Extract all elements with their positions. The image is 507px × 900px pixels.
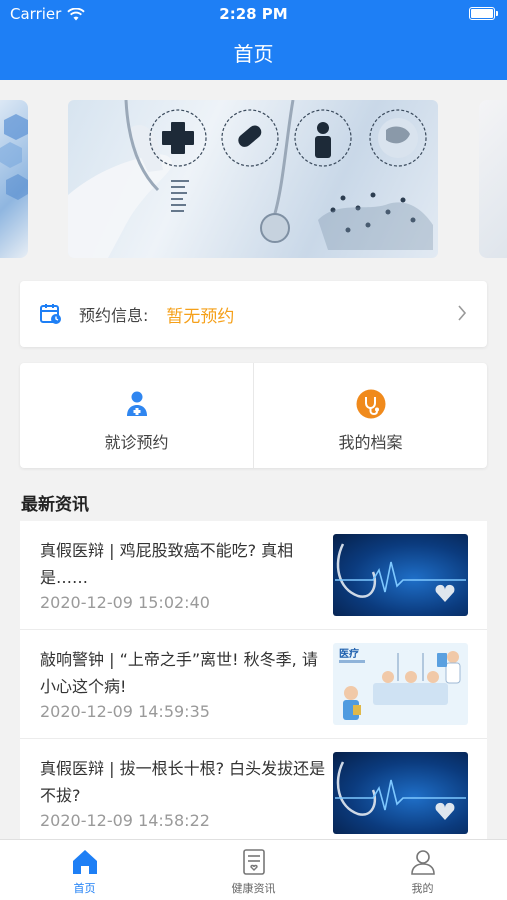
news-icon <box>242 849 265 875</box>
tab-bar: 首页 健康资讯 我的 <box>0 839 507 900</box>
news-date: 2020-12-09 14:58:22 <box>40 811 210 830</box>
news-item[interactable]: 真假医辩 | 鸡屁股致癌不能吃? 真相是…… 2020-12-09 15:02:… <box>20 521 487 630</box>
chevron-right-icon[interactable] <box>457 304 467 322</box>
battery-icon <box>469 7 498 20</box>
banner-slide-previous[interactable] <box>0 100 28 258</box>
visit-appointment-label: 就诊预约 <box>104 433 169 452</box>
news-date: 2020-12-09 15:02:40 <box>40 593 210 612</box>
status-bar: Carrier 2:28 PM <box>0 0 507 28</box>
my-records-button[interactable]: 我的档案 <box>253 363 487 468</box>
thumbnail-caption: 医疗 <box>339 647 359 660</box>
appointment-card[interactable]: 预约信息: 暂无预约 <box>20 281 487 347</box>
banner-slide-next[interactable] <box>479 100 507 258</box>
news-title: 真假医辩 | 鸡屁股致癌不能吃? 真相是…… <box>40 541 294 587</box>
doctor-icon <box>126 391 147 416</box>
tab-home-label: 首页 <box>73 882 96 895</box>
appointment-value: 暂无预约 <box>166 306 235 327</box>
news-item[interactable]: 敲响警钟 | “上帝之手”离世! 秋冬季, 请小心这个病! 2020-12-09… <box>20 630 487 739</box>
banner-carousel[interactable] <box>0 100 507 260</box>
home-icon <box>72 850 97 874</box>
stethoscope-icon <box>356 389 385 419</box>
appointment-label: 预约信息: <box>79 306 149 325</box>
tab-me[interactable]: 我的 <box>338 840 507 900</box>
news-item[interactable]: 真假医辩 | 拔一根长十根? 白头发拔还是不拔? 2020-12-09 14:5… <box>20 739 487 848</box>
tab-home[interactable]: 首页 <box>0 840 169 900</box>
header: Carrier 2:28 PM 首页 <box>0 0 507 80</box>
tab-me-label: 我的 <box>411 882 434 895</box>
news-section-title: 最新资讯 <box>21 495 89 515</box>
quick-actions: 就诊预约 我的档案 <box>20 363 487 468</box>
my-records-label: 我的档案 <box>338 433 403 452</box>
tab-health-news-label: 健康资讯 <box>231 882 276 895</box>
news-thumbnail <box>333 534 468 616</box>
news-date: 2020-12-09 14:59:35 <box>40 702 210 721</box>
page-title: 首页 <box>233 42 274 66</box>
visit-appointment-button[interactable]: 就诊预约 <box>20 363 253 468</box>
news-list: 真假医辩 | 鸡屁股致癌不能吃? 真相是…… 2020-12-09 15:02:… <box>20 521 487 848</box>
news-title: 敲响警钟 | “上帝之手”离世! 秋冬季, 请小心这个病! <box>40 650 318 696</box>
news-thumbnail <box>333 752 468 834</box>
user-icon <box>410 850 435 875</box>
news-thumbnail: 医疗 <box>333 643 468 725</box>
calendar-icon <box>40 304 61 324</box>
status-time: 2:28 PM <box>219 5 288 23</box>
banner-image[interactable] <box>68 100 438 258</box>
news-title: 真假医辩 | 拔一根长十根? 白头发拔还是不拔? <box>40 759 326 805</box>
tab-health-news[interactable]: 健康资讯 <box>169 840 338 900</box>
